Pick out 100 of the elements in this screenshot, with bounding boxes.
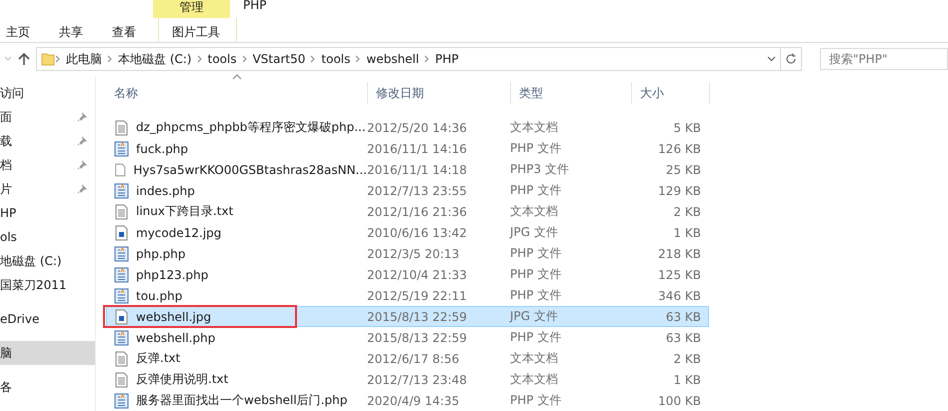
chevron-right-icon[interactable] [107, 55, 113, 64]
breadcrumb[interactable]: PHP [430, 52, 464, 66]
file-row[interactable]: webshell.jpg 2015/8/13 22:59 JPG 文件 63 KB [106, 306, 709, 327]
sidebar-item[interactable]: HP [0, 201, 95, 225]
up-arrow-icon[interactable] [18, 52, 30, 66]
file-name: tou.php [136, 288, 182, 302]
size-cell-text: 129 KB [657, 184, 701, 198]
column-header[interactable]: 修改日期 [368, 82, 511, 104]
file-row[interactable]: php123.php 2012/10/4 21:33 PHP 文件 125 KB [106, 264, 709, 285]
breadcrumb[interactable]: VStart50 [248, 52, 310, 66]
size-cell-text: 63 KB [664, 330, 701, 344]
file-name: 反弹使用说明.txt [136, 371, 228, 388]
type-cell-text: 文本文档 [510, 350, 559, 367]
sidebar-item[interactable]: 国菜刀2011 [0, 273, 95, 297]
size-cell-text: 346 KB [657, 288, 701, 302]
breadcrumb[interactable]: 此电脑 [61, 50, 107, 68]
file-row[interactable]: webshell.php 2015/8/13 22:59 PHP 文件 63 KB [106, 327, 709, 348]
file-row[interactable]: php.php 2012/3/5 20:13 PHP 文件 218 KB [106, 243, 709, 264]
file-row[interactable]: 反弹.txt 2012/6/17 8:56 文本文档 2 KB [106, 348, 709, 369]
php-file-icon [114, 288, 130, 304]
type-cell-text: JPG 文件 [510, 224, 559, 241]
file-row[interactable]: mycode12.jpg 2010/6/16 13:42 JPG 文件 1 KB [106, 222, 709, 243]
size-cell-text: 2 KB [672, 352, 701, 366]
sidebar-item[interactable]: 面 [0, 105, 95, 129]
type-cell-text: 文本文档 [510, 371, 559, 388]
ribbon-tab[interactable]: 查看 [106, 18, 159, 42]
dropdown-icon[interactable] [766, 56, 776, 62]
ribbon-tab[interactable]: 图片工具 [158, 18, 237, 42]
image-file-icon [114, 308, 130, 324]
chevron-right-icon[interactable] [355, 55, 362, 64]
sidebar-item[interactable]: 片 [0, 177, 95, 201]
pin-icon[interactable] [77, 112, 87, 122]
date-cell-text: 2012/6/17 8:56 [367, 352, 460, 366]
type-cell-text: PHP 文件 [510, 287, 562, 304]
file-row[interactable]: linux下跨目录.txt 2012/1/16 21:36 文本文档 2 KB [106, 201, 709, 222]
type-cell-text: PHP3 文件 [510, 161, 570, 178]
date-cell-text: 2016/11/1 14:18 [367, 162, 468, 176]
sort-caret-icon [232, 74, 242, 80]
php-file-icon [114, 266, 130, 282]
ribbon-tab[interactable]: 主页 [0, 18, 53, 42]
pin-icon[interactable] [77, 184, 87, 194]
date-cell-text: 2010/6/16 13:42 [367, 226, 468, 240]
breadcrumb[interactable]: tools [202, 52, 242, 66]
column-header[interactable]: 类型 [511, 82, 632, 104]
php-file-icon [114, 392, 130, 408]
context-tab[interactable]: 管理 [153, 0, 230, 18]
size-cell-text: 1 KB [672, 372, 701, 386]
pin-icon[interactable] [77, 136, 87, 146]
date-cell-text: 2012/10/4 21:33 [367, 268, 468, 282]
file-name: dz_phpcms_phpbb等程序密文爆破php... [136, 119, 366, 136]
chevron-right-icon[interactable] [310, 55, 316, 64]
column-header[interactable]: 名称 [106, 82, 368, 104]
chevron-right-icon[interactable] [424, 55, 430, 64]
size-cell-text: 1 KB [672, 226, 701, 240]
file-row[interactable]: 反弹使用说明.txt 2012/7/13 23:48 文本文档 1 KB [106, 369, 709, 390]
chevron-right-icon[interactable] [55, 55, 61, 64]
sidebar-item[interactable]: 地磁盘 (C:) [0, 249, 95, 273]
file-name: php.php [136, 246, 186, 260]
file-row[interactable]: Hys7sa5wrKKO00GSBtashras28asNN...2016/11/1 14:18 PHP3 文件 25 KB [106, 159, 709, 180]
address-bar[interactable]: 此电脑 本地磁盘 (C:) tools VStart50 tools webshell PHP [36, 47, 802, 72]
file-name: fuck.php [136, 142, 188, 156]
size-cell-text: 2 KB [672, 204, 701, 218]
file-row[interactable]: 服务器里面找出一个webshell后门.php 2020/4/9 14:35 PHP 文件 100 KB [106, 390, 709, 411]
text-file-icon [114, 372, 130, 388]
size-cell-text: 126 KB [657, 142, 701, 156]
type-cell-text: PHP 文件 [510, 182, 562, 199]
sidebar-item[interactable]: 档 [0, 153, 95, 177]
pin-icon[interactable] [77, 160, 87, 170]
file-row[interactable]: fuck.php 2016/11/1 14:16 PHP 文件 126 KB [106, 138, 709, 159]
size-cell-text: 5 KB [672, 120, 701, 134]
date-cell-text: 2016/11/1 14:16 [367, 142, 468, 156]
chevron-right-icon[interactable] [242, 55, 248, 64]
date-cell-text: 2020/4/9 14:35 [367, 394, 460, 408]
file-name: 服务器里面找出一个webshell后门.php [136, 392, 348, 409]
file-row[interactable]: dz_phpcms_phpbb等程序密文爆破php...2012/5/20 14:36 文本文档 5 KB [106, 117, 709, 138]
sidebar-item[interactable]: 脑 [0, 341, 95, 365]
sidebar-item[interactable]: 访问 [0, 81, 95, 105]
ribbon-tab[interactable]: 共享 [53, 18, 106, 42]
text-file-icon [114, 350, 130, 366]
column-header[interactable]: 大小 [632, 82, 710, 104]
breadcrumb[interactable]: 本地磁盘 (C:) [113, 50, 197, 68]
sidebar-item[interactable]: 各 [0, 375, 95, 399]
file-row[interactable]: indes.php 2012/7/13 23:55 PHP 文件 129 KB [106, 180, 709, 201]
breadcrumb[interactable]: tools [316, 52, 356, 66]
text-file-icon [114, 204, 130, 220]
type-cell-text: 文本文档 [510, 119, 559, 136]
refresh-icon[interactable] [785, 53, 797, 66]
search-field[interactable]: 搜索"PHP" [820, 48, 948, 70]
file-name: mycode12.jpg [136, 226, 222, 240]
type-cell-text: PHP 文件 [510, 245, 562, 262]
size-cell-text: 125 KB [657, 268, 701, 282]
chevron-down-icon[interactable] [4, 56, 12, 62]
file-name: php123.php [136, 268, 208, 282]
chevron-right-icon[interactable] [196, 55, 203, 64]
sidebar-item[interactable]: ols [0, 225, 95, 249]
file-row[interactable]: tou.php 2012/5/19 22:11 PHP 文件 346 KB [106, 285, 709, 306]
file-name: Hys7sa5wrKKO00GSBtashras28asNN... [133, 162, 367, 176]
sidebar-item[interactable]: eDrive [0, 307, 95, 331]
breadcrumb[interactable]: webshell [361, 52, 424, 66]
sidebar-item[interactable]: 载 [0, 129, 95, 153]
